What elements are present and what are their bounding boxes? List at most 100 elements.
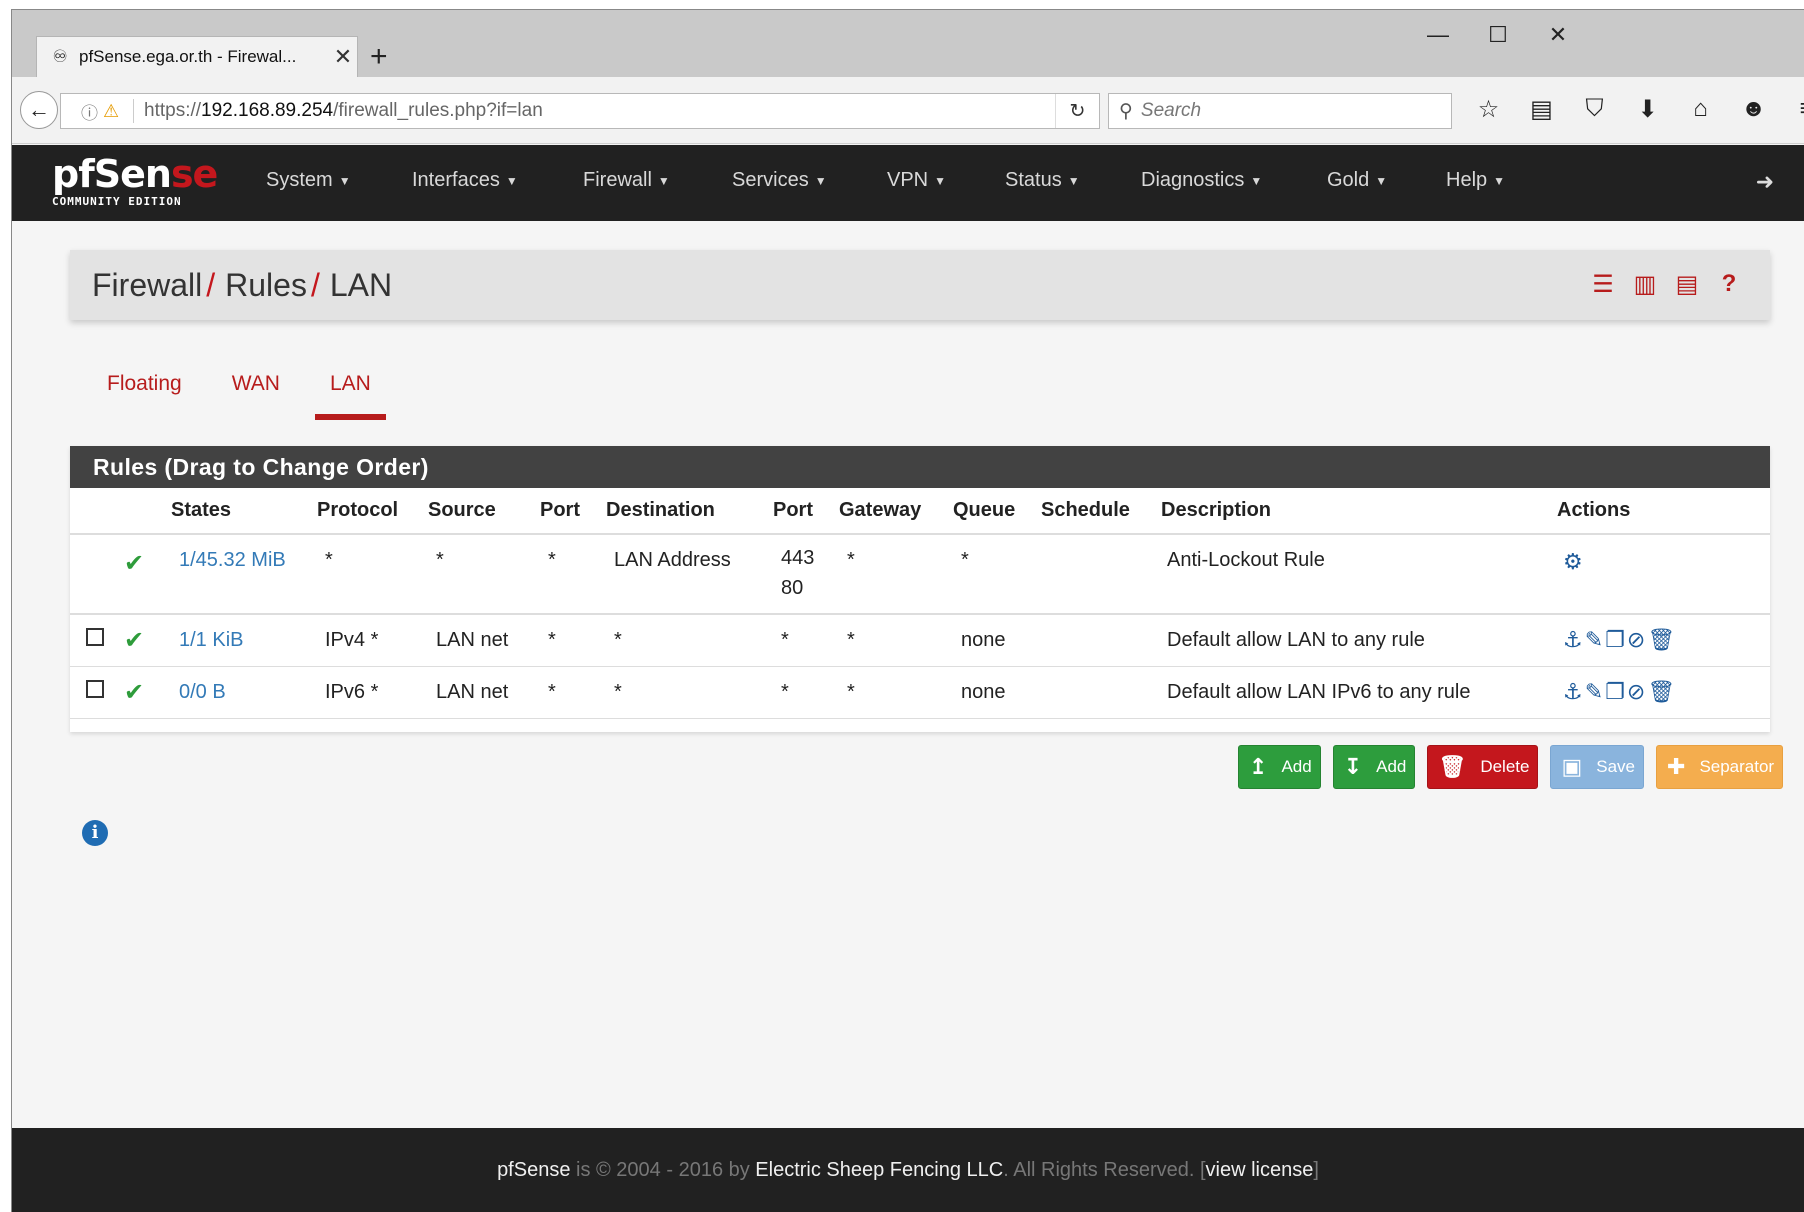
tab-close-icon[interactable]: ✕ (329, 44, 357, 70)
insecure-lock-icon[interactable]: ⚠ (103, 101, 129, 122)
search-input[interactable]: ⚲ Search (1108, 93, 1452, 129)
minimize-button[interactable]: — (1418, 22, 1458, 48)
menu-services[interactable]: Services ▼ (732, 169, 887, 192)
select-cell (70, 534, 120, 615)
menu-gold[interactable]: Gold ▼ (1327, 169, 1446, 192)
url-bar[interactable]: ⓘ ⚠ https:// 192.168.89.254 /firewall_ru… (60, 93, 1100, 129)
table-row[interactable]: ✔ 0/0 B IPv6 * LAN net * * * * none Defa… (70, 666, 1770, 719)
schedule-cell (1041, 614, 1161, 667)
app-navbar: pfSense COMMUNITY EDITION System ▼ Interf… (12, 145, 1804, 221)
pocket-icon[interactable]: ⛉ (1568, 95, 1621, 124)
states-link[interactable]: 1/1 KiB (179, 629, 243, 651)
disable-icon[interactable]: ⊘ (1627, 627, 1645, 652)
breadcrumb-lan: LAN (329, 266, 393, 303)
source-cell: LAN net (428, 614, 540, 667)
col-states: States (171, 488, 317, 535)
source-cell: * (428, 534, 540, 615)
logout-icon[interactable]: ➜ (1756, 169, 1774, 195)
dst-port-cell: 443 80 (773, 534, 839, 615)
separator-button[interactable]: ✚ Separator (1656, 745, 1784, 789)
disable-icon[interactable]: ⊘ (1627, 679, 1645, 704)
destination-cell: * (606, 614, 773, 667)
interface-tabs: Floating WAN LAN (82, 362, 396, 420)
save-disk-icon: ▣ (1561, 754, 1583, 779)
states-link[interactable]: 0/0 B (179, 681, 226, 703)
actions-cell: ⚓✎❐⊘🗑 (1557, 614, 1770, 667)
tab-wan[interactable]: WAN (207, 362, 305, 410)
footer-company[interactable]: Electric Sheep Fencing LLC (755, 1159, 1003, 1182)
pencil-icon[interactable]: ✎ (1585, 679, 1603, 704)
states-link[interactable]: 1/45.32 MiB (179, 549, 286, 571)
home-icon[interactable]: ⌂ (1674, 95, 1727, 124)
rule-actions: ↥ Add ↧ Add 🗑 Delete ▣ Save ✚ Separator (1238, 745, 1784, 789)
menu-label: Firewall (583, 169, 652, 191)
tab-lan[interactable]: LAN (305, 362, 396, 420)
pencil-icon[interactable]: ✎ (1585, 627, 1603, 652)
help-circle-icon[interactable]: ? (1708, 270, 1750, 299)
window-close-button[interactable]: ✕ (1538, 22, 1578, 48)
dst-port-cell: * (773, 666, 839, 719)
anchor-icon[interactable]: ⚓ (1563, 679, 1583, 704)
breadcrumb-rules[interactable]: Rules (225, 267, 307, 303)
breadcrumb-separator: / (310, 266, 320, 303)
dst-port-cell: * (773, 614, 839, 667)
queue-cell: none (953, 614, 1041, 667)
tab-floating[interactable]: Floating (82, 362, 207, 410)
caret-down-icon: ▼ (1375, 173, 1388, 188)
bookmark-star-icon[interactable]: ☆ (1462, 95, 1515, 124)
arrow-up-icon: ↥ (1249, 754, 1268, 779)
row-checkbox[interactable] (86, 680, 104, 698)
back-arrow-icon[interactable]: ← (20, 91, 58, 129)
select-cell (70, 614, 120, 667)
menu-help[interactable]: Help ▼ (1446, 169, 1546, 192)
menu-system[interactable]: System ▼ (266, 169, 412, 192)
breadcrumb: Firewall / Rules / LAN (92, 267, 392, 304)
hamburger-menu-icon[interactable]: ≡ (1780, 95, 1804, 124)
menu-interfaces[interactable]: Interfaces ▼ (412, 169, 583, 192)
button-label: Add (1281, 757, 1312, 776)
download-icon[interactable]: ⬇ (1621, 95, 1674, 124)
menu-vpn[interactable]: VPN ▼ (887, 169, 1005, 192)
trash-icon[interactable]: 🗑 (1647, 627, 1675, 652)
menu-diagnostics[interactable]: Diagnostics ▼ (1141, 169, 1327, 192)
pfsense-logo[interactable]: pfSense COMMUNITY EDITION (52, 155, 218, 208)
info-icon[interactable]: ⓘ (81, 99, 103, 124)
actions-cell: ⚙ (1557, 534, 1770, 615)
browser-tab[interactable]: ♾ pfSense.ega.or.th - Firewal... ✕ (36, 36, 358, 77)
page-header: Firewall / Rules / LAN ☰ ▥ ▤ ? (70, 250, 1770, 320)
add-bottom-button[interactable]: ↧ Add (1332, 745, 1416, 789)
maximize-button[interactable]: ☐ (1478, 22, 1518, 48)
copy-icon[interactable]: ❐ (1605, 679, 1625, 704)
menu-label: Interfaces (412, 169, 500, 191)
button-label: Add (1376, 757, 1407, 776)
copy-icon[interactable]: ❐ (1605, 627, 1625, 652)
bar-chart-icon[interactable]: ▥ (1624, 270, 1666, 299)
toolbar-icons: ☆ ▤ ⛉ ⬇ ⌂ ☻ ≡ (1462, 95, 1804, 124)
menu-firewall[interactable]: Firewall ▼ (583, 169, 732, 192)
add-top-button[interactable]: ↥ Add (1238, 745, 1321, 789)
schedule-cell (1041, 666, 1161, 719)
reading-list-icon[interactable]: ▤ (1515, 95, 1568, 124)
table-row[interactable]: ✔ 1/1 KiB IPv4 * LAN net * * * * none De… (70, 614, 1770, 667)
caret-down-icon: ▼ (505, 173, 518, 188)
footer-brand[interactable]: pfSense (497, 1159, 570, 1182)
footer-text: is © 2004 - 2016 by (570, 1159, 756, 1181)
info-icon[interactable]: i (82, 820, 108, 846)
reload-icon[interactable]: ↻ (1055, 94, 1099, 128)
sliders-icon[interactable]: ☰ (1582, 270, 1624, 299)
menu-status[interactable]: Status ▼ (1005, 169, 1141, 192)
trash-icon[interactable]: 🗑 (1647, 679, 1675, 704)
new-tab-button[interactable]: + (370, 42, 388, 72)
breadcrumb-firewall[interactable]: Firewall (92, 267, 202, 303)
table-row[interactable]: ✔ 1/45.32 MiB * * * LAN Address 443 80 *… (70, 534, 1770, 615)
delete-button[interactable]: 🗑 Delete (1427, 745, 1539, 789)
save-button[interactable]: ▣ Save (1550, 745, 1644, 789)
button-label: Separator (1699, 757, 1775, 776)
log-list-icon[interactable]: ▤ (1666, 270, 1708, 299)
row-checkbox[interactable] (86, 628, 104, 647)
view-license-link[interactable]: view license (1206, 1159, 1314, 1182)
gear-icon[interactable]: ⚙ (1563, 549, 1583, 574)
url-divider (133, 99, 134, 123)
smiley-icon[interactable]: ☻ (1727, 95, 1780, 124)
anchor-icon[interactable]: ⚓ (1563, 627, 1583, 652)
